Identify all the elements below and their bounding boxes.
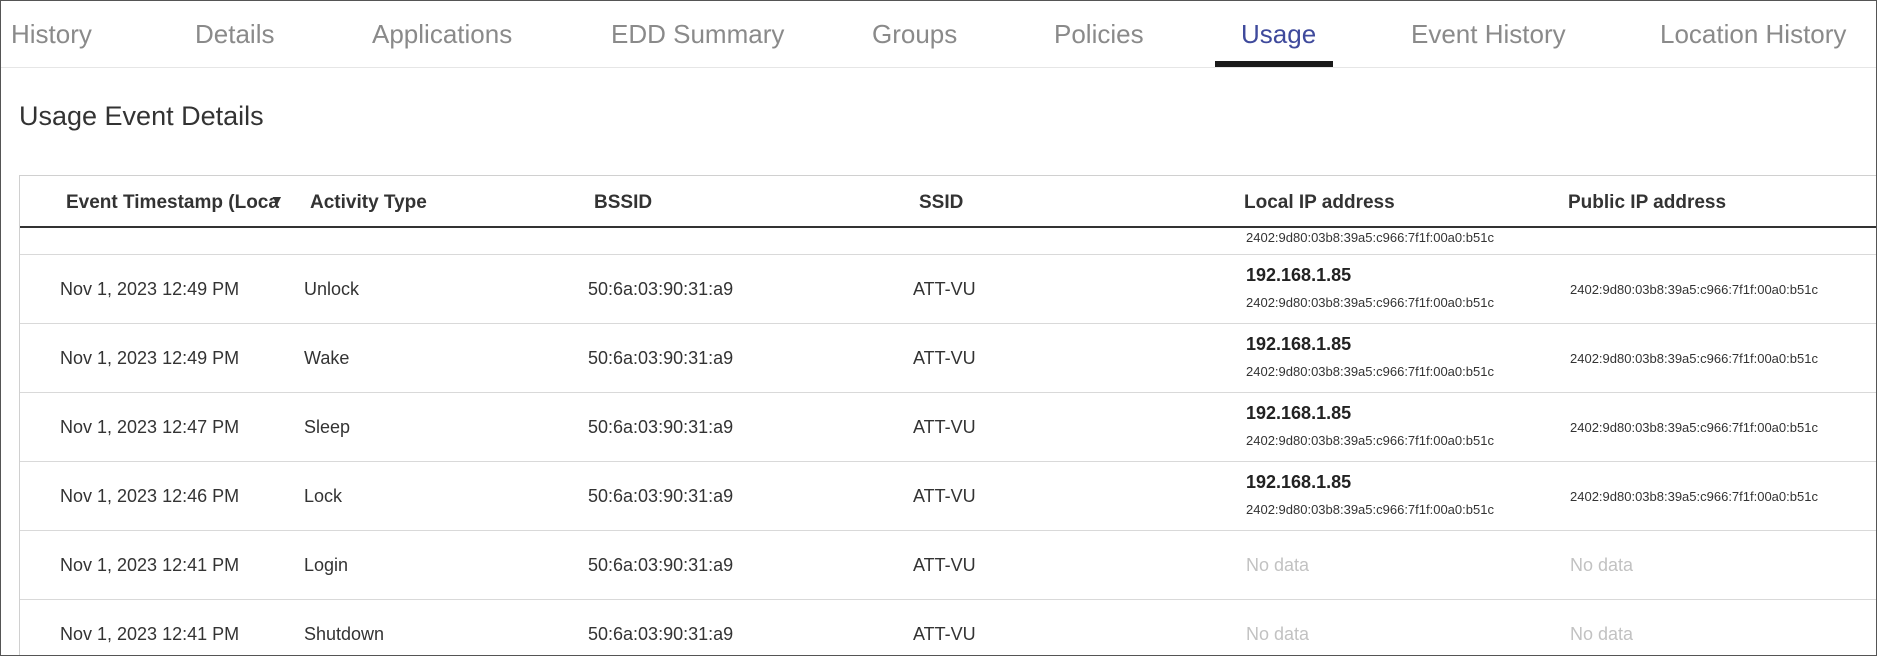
column-header-ssid[interactable]: SSID	[919, 192, 963, 214]
table-header: Event Timestamp (Loca ▼ Activity Type BS…	[20, 176, 1876, 228]
tab-history[interactable]: History	[11, 19, 92, 50]
tab-usage[interactable]: Usage	[1241, 19, 1316, 50]
column-header-public-ip[interactable]: Public IP address	[1568, 192, 1726, 214]
usage-events-table: Event Timestamp (Loca ▼ Activity Type BS…	[19, 175, 1876, 655]
table-row[interactable]: Nov 1, 2023 12:49 PM Unlock 50:6a:03:90:…	[20, 255, 1876, 324]
activity-type: Unlock	[304, 279, 360, 299]
local-ip-no-data: No data	[1246, 555, 1310, 575]
bssid: 50:6a:03:90:31:a9	[588, 624, 734, 644]
table-row[interactable]: Nov 1, 2023 12:46 PM Lock 50:6a:03:90:31…	[20, 462, 1876, 531]
active-tab-indicator	[1215, 61, 1333, 67]
tab-details[interactable]: Details	[195, 19, 274, 50]
event-timestamp: Nov 1, 2023 12:46 PM	[60, 486, 240, 506]
event-timestamp: Nov 1, 2023 12:49 PM	[60, 279, 240, 299]
event-timestamp: Nov 1, 2023 12:49 PM	[60, 348, 240, 368]
bssid: 50:6a:03:90:31:a9	[588, 348, 734, 368]
tab-policies[interactable]: Policies	[1054, 19, 1144, 50]
table-row[interactable]: Nov 1, 2023 12:49 PM Wake 50:6a:03:90:31…	[20, 324, 1876, 393]
ssid: ATT-VU	[913, 348, 976, 368]
bssid: 50:6a:03:90:31:a9	[588, 417, 734, 437]
bssid: 50:6a:03:90:31:a9	[588, 555, 734, 575]
bssid: 50:6a:03:90:31:a9	[588, 486, 734, 506]
local-ipv6: 2402:9d80:03b8:39a5:c966:7f1f:00a0:b51c	[1246, 502, 1494, 517]
table-row[interactable]: 2402:9d80:03b8:39a5:c966:7f1f:00a0:b51c	[20, 228, 1876, 255]
column-header-event-timestamp[interactable]: Event Timestamp (Loca	[66, 192, 279, 214]
tab-location-history[interactable]: Location History	[1660, 19, 1846, 50]
activity-type: Sleep	[304, 417, 351, 437]
sort-desc-icon[interactable]: ▼	[270, 192, 284, 208]
event-timestamp: Nov 1, 2023 12:41 PM	[60, 555, 240, 575]
tab-groups[interactable]: Groups	[872, 19, 957, 50]
tab-event-history[interactable]: Event History	[1411, 19, 1566, 50]
public-ip: 2402:9d80:03b8:39a5:c966:7f1f:00a0:b51c	[1570, 420, 1818, 435]
activity-type: Shutdown	[304, 624, 385, 644]
local-ipv6: 2402:9d80:03b8:39a5:c966:7f1f:00a0:b51c	[1246, 230, 1494, 245]
public-ip: 2402:9d80:03b8:39a5:c966:7f1f:00a0:b51c	[1570, 351, 1818, 366]
ssid: ATT-VU	[913, 417, 976, 437]
local-ip: 192.168.1.85	[1246, 334, 1352, 354]
event-timestamp: Nov 1, 2023 12:41 PM	[60, 624, 240, 644]
local-ip-no-data: No data	[1246, 624, 1310, 644]
table-row[interactable]: Nov 1, 2023 12:41 PM Login 50:6a:03:90:3…	[20, 531, 1876, 600]
local-ipv6: 2402:9d80:03b8:39a5:c966:7f1f:00a0:b51c	[1246, 364, 1494, 379]
bssid: 50:6a:03:90:31:a9	[588, 279, 734, 299]
tab-applications[interactable]: Applications	[372, 19, 512, 50]
event-timestamp: Nov 1, 2023 12:47 PM	[60, 417, 240, 437]
activity-type: Wake	[304, 348, 350, 368]
ssid: ATT-VU	[913, 555, 976, 575]
table-row[interactable]: Nov 1, 2023 12:47 PM Sleep 50:6a:03:90:3…	[20, 393, 1876, 462]
page-title: Usage Event Details	[19, 101, 264, 131]
public-ip: 2402:9d80:03b8:39a5:c966:7f1f:00a0:b51c	[1570, 489, 1818, 504]
tab-bar: History Details Applications EDD Summary…	[1, 1, 1876, 68]
local-ipv6: 2402:9d80:03b8:39a5:c966:7f1f:00a0:b51c	[1246, 433, 1494, 448]
local-ip: 192.168.1.85	[1246, 472, 1352, 492]
activity-type: Login	[304, 555, 349, 575]
local-ipv6: 2402:9d80:03b8:39a5:c966:7f1f:00a0:b51c	[1246, 295, 1494, 310]
column-header-bssid[interactable]: BSSID	[594, 192, 652, 214]
usage-panel: History Details Applications EDD Summary…	[0, 0, 1877, 656]
column-header-local-ip[interactable]: Local IP address	[1244, 192, 1395, 214]
ssid: ATT-VU	[913, 486, 976, 506]
activity-type: Lock	[304, 486, 343, 506]
ssid: ATT-VU	[913, 624, 976, 644]
table-row[interactable]: Nov 1, 2023 12:41 PM Shutdown 50:6a:03:9…	[20, 600, 1876, 655]
local-ip: 192.168.1.85	[1246, 403, 1352, 423]
public-ip-no-data: No data	[1570, 624, 1634, 644]
local-ip: 192.168.1.85	[1246, 265, 1352, 285]
column-header-activity-type[interactable]: Activity Type	[310, 192, 427, 214]
ssid: ATT-VU	[913, 279, 976, 299]
public-ip-no-data: No data	[1570, 555, 1634, 575]
public-ip: 2402:9d80:03b8:39a5:c966:7f1f:00a0:b51c	[1570, 282, 1818, 297]
tab-edd-summary[interactable]: EDD Summary	[611, 19, 784, 50]
